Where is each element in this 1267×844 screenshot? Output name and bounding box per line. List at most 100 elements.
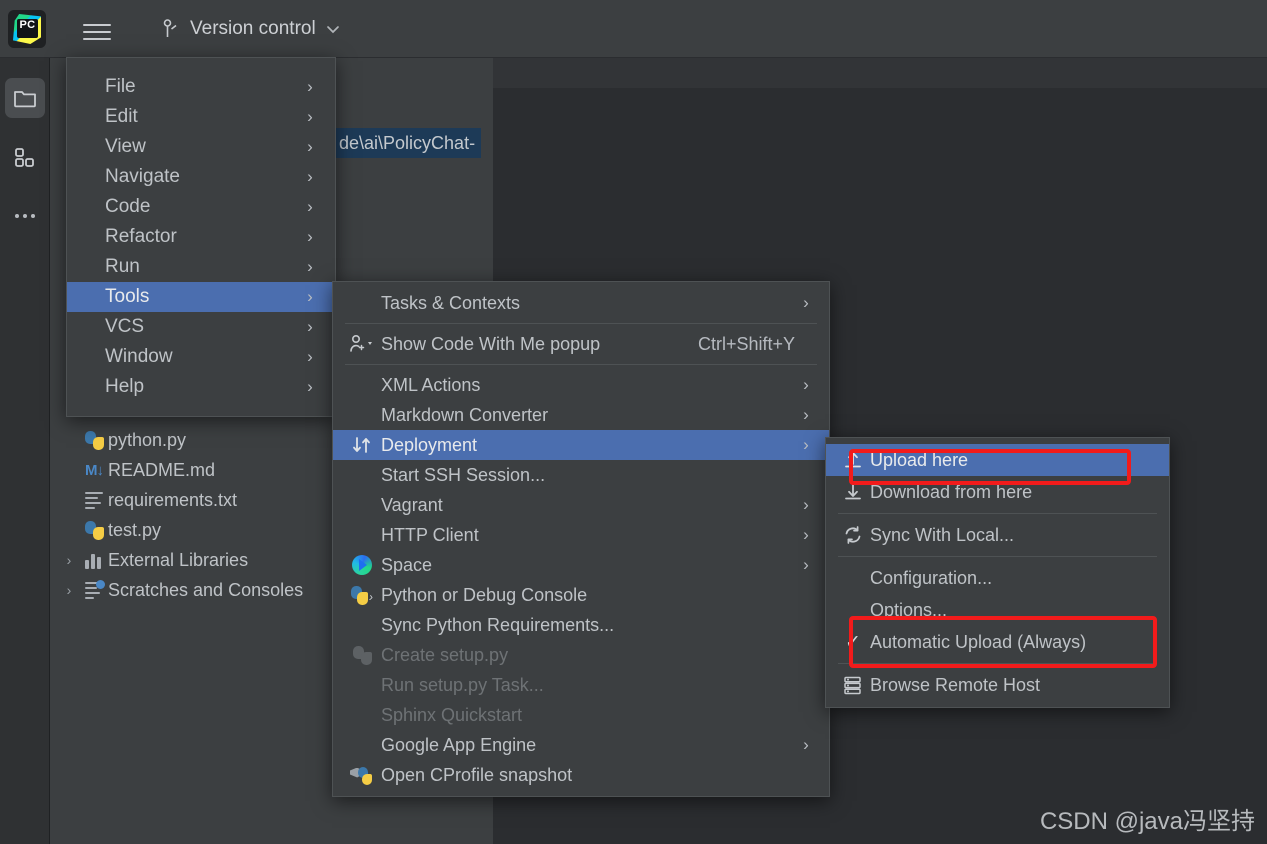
- tools-menu-item[interactable]: Show Code With Me popup Ctrl+Shift+Y: [333, 329, 829, 359]
- tools-menu-item[interactable]: Sync Python Requirements...: [333, 610, 829, 640]
- deployment-menu-item[interactable]: Download from here: [826, 476, 1169, 508]
- version-control-widget[interactable]: Version control: [155, 12, 349, 46]
- chevron-right-icon: ›: [803, 555, 809, 574]
- main-menu-item-tools[interactable]: Tools ›: [67, 282, 335, 312]
- tree-node-label: README.md: [108, 459, 216, 480]
- main-menu-item-edit[interactable]: Edit ›: [67, 102, 335, 132]
- tools-menu-item[interactable]: Tasks & Contexts ›: [333, 288, 829, 318]
- hamburger-bar: [83, 38, 111, 40]
- tools-menu-item: Run setup.py Task...: [333, 670, 829, 700]
- menu-separator: [838, 556, 1157, 557]
- deployment-menu-item[interactable]: Upload here: [826, 444, 1169, 476]
- main-menu-item-help[interactable]: Help ›: [67, 372, 335, 402]
- deployment-icon: [353, 437, 370, 453]
- tools-menu-item: Create setup.py: [333, 640, 829, 670]
- main-menu-item-file[interactable]: File ›: [67, 72, 335, 102]
- pycharm-window: config.yamlpython.pyM↓README.mdrequireme…: [0, 0, 1267, 844]
- chevron-right-icon: ›: [803, 293, 809, 312]
- main-menu-item-run[interactable]: Run ›: [67, 252, 335, 282]
- project-tool-window[interactable]: [5, 78, 45, 118]
- menu-item-icon-slot: [345, 645, 379, 665]
- chevron-right-icon: ›: [307, 107, 313, 126]
- code-with-me-icon: [350, 334, 372, 352]
- chevron-right-icon: ›: [307, 377, 313, 396]
- deployment-menu-item[interactable]: Configuration...: [826, 562, 1169, 594]
- chevron-right-icon: ›: [307, 77, 313, 96]
- deployment-menu-item[interactable]: Sync With Local...: [826, 519, 1169, 551]
- tools-menu-item[interactable]: Deployment ›: [333, 430, 829, 460]
- main-menu-item-vcs[interactable]: VCS ›: [67, 312, 335, 342]
- menu-separator: [345, 364, 817, 365]
- tools-menu-item[interactable]: Vagrant ›: [333, 490, 829, 520]
- space-icon: [352, 555, 372, 575]
- menu-item-label: File: [105, 76, 136, 97]
- menu-separator: [838, 663, 1157, 664]
- more-tool-windows[interactable]: [5, 196, 45, 236]
- ellipsis-icon: [15, 214, 35, 218]
- menu-item-label: Sphinx Quickstart: [381, 704, 523, 725]
- menu-item-label: Run setup.py Task...: [381, 674, 544, 695]
- chevron-right-icon: ›: [803, 735, 809, 754]
- chevron-right-icon: ›: [803, 435, 809, 454]
- tools-menu-item[interactable]: › Python or Debug Console: [333, 580, 829, 610]
- menu-item-label: Upload here: [870, 449, 969, 470]
- python-gray-icon: [352, 645, 372, 665]
- tools-submenu-popup[interactable]: Tasks & Contexts › Show Code With Me popu…: [332, 281, 830, 797]
- main-menu-item-code[interactable]: Code ›: [67, 192, 335, 222]
- chevron-right-icon: ›: [803, 375, 809, 394]
- menu-item-label: Sync Python Requirements...: [381, 614, 615, 635]
- editor-path-highlight: de\ai\PolicyChat-: [333, 128, 482, 158]
- main-menu-item-window[interactable]: Window ›: [67, 342, 335, 372]
- menu-item-label: Start SSH Session...: [381, 464, 546, 485]
- tools-menu-item[interactable]: XML Actions ›: [333, 370, 829, 400]
- pycharm-logo-text: PC: [17, 19, 38, 38]
- menu-item-label: Python or Debug Console: [381, 584, 588, 605]
- chevron-down-icon: [326, 26, 339, 34]
- tools-menu-item: Sphinx Quickstart: [333, 700, 829, 730]
- tree-node-icon: M↓: [80, 462, 108, 479]
- menu-item-label: Tasks & Contexts: [381, 292, 521, 313]
- menu-item-shortcut: Ctrl+Shift+Y: [697, 333, 795, 354]
- remote-host-icon: [844, 676, 861, 694]
- tools-menu-item[interactable]: Markdown Converter ›: [333, 400, 829, 430]
- editor-tab-strip[interactable]: [493, 58, 1267, 88]
- tools-menu-item[interactable]: Google App Engine ›: [333, 730, 829, 760]
- watermark: CSDN @java冯坚持: [1039, 808, 1255, 835]
- menu-item-label: Open CProfile snapshot: [381, 764, 573, 785]
- tools-menu-item[interactable]: Start SSH Session...: [333, 460, 829, 490]
- deployment-submenu-popup[interactable]: Upload here Download from here Sync With…: [825, 437, 1170, 708]
- tree-node-icon: [80, 430, 108, 450]
- main-menu-item-view[interactable]: View ›: [67, 132, 335, 162]
- chevron-right-icon: ›: [307, 347, 313, 366]
- tools-menu-item[interactable]: Open CProfile snapshot: [333, 760, 829, 790]
- cprofile-icon: [350, 766, 374, 785]
- menu-item-label: Help: [105, 376, 145, 397]
- menu-item-label: Sync With Local...: [870, 524, 1015, 545]
- chevron-right-icon: ›: [307, 197, 313, 216]
- menu-item-label: Browse Remote Host: [870, 674, 1041, 695]
- tools-menu-item[interactable]: HTTP Client ›: [333, 520, 829, 550]
- main-menu-popup[interactable]: File › Edit › View › Navigate › Code › Refactor › Ru…: [66, 57, 336, 417]
- scratches-icon: [85, 580, 105, 599]
- sync-icon: [845, 526, 861, 544]
- menu-item-label: Download from here: [870, 481, 1033, 502]
- tree-node-icon: [80, 520, 108, 540]
- main-menu-item-navigate[interactable]: Navigate ›: [67, 162, 335, 192]
- checkmark-icon: ✓: [845, 631, 861, 653]
- menu-item-label: Create setup.py: [381, 644, 509, 665]
- menu-item-label: Space: [381, 554, 433, 575]
- structure-tool-window[interactable]: [5, 138, 45, 178]
- title-bar: PC Version control: [0, 0, 1267, 58]
- main-menu-item-refactor[interactable]: Refactor ›: [67, 222, 335, 252]
- python-console-icon: ›: [351, 585, 373, 605]
- tree-expand-arrow[interactable]: ›: [58, 582, 80, 598]
- folder-icon: [14, 91, 36, 108]
- deployment-menu-item[interactable]: Browse Remote Host: [826, 669, 1169, 701]
- main-menu-button[interactable]: [80, 16, 114, 42]
- deployment-menu-item[interactable]: ✓ Automatic Upload (Always): [826, 626, 1169, 658]
- tools-menu-item[interactable]: Space ›: [333, 550, 829, 580]
- menu-item-icon-slot: ›: [345, 585, 379, 605]
- deployment-menu-item[interactable]: Options...: [826, 594, 1169, 626]
- tree-expand-arrow[interactable]: ›: [58, 552, 80, 568]
- chevron-right-icon: ›: [307, 257, 313, 276]
